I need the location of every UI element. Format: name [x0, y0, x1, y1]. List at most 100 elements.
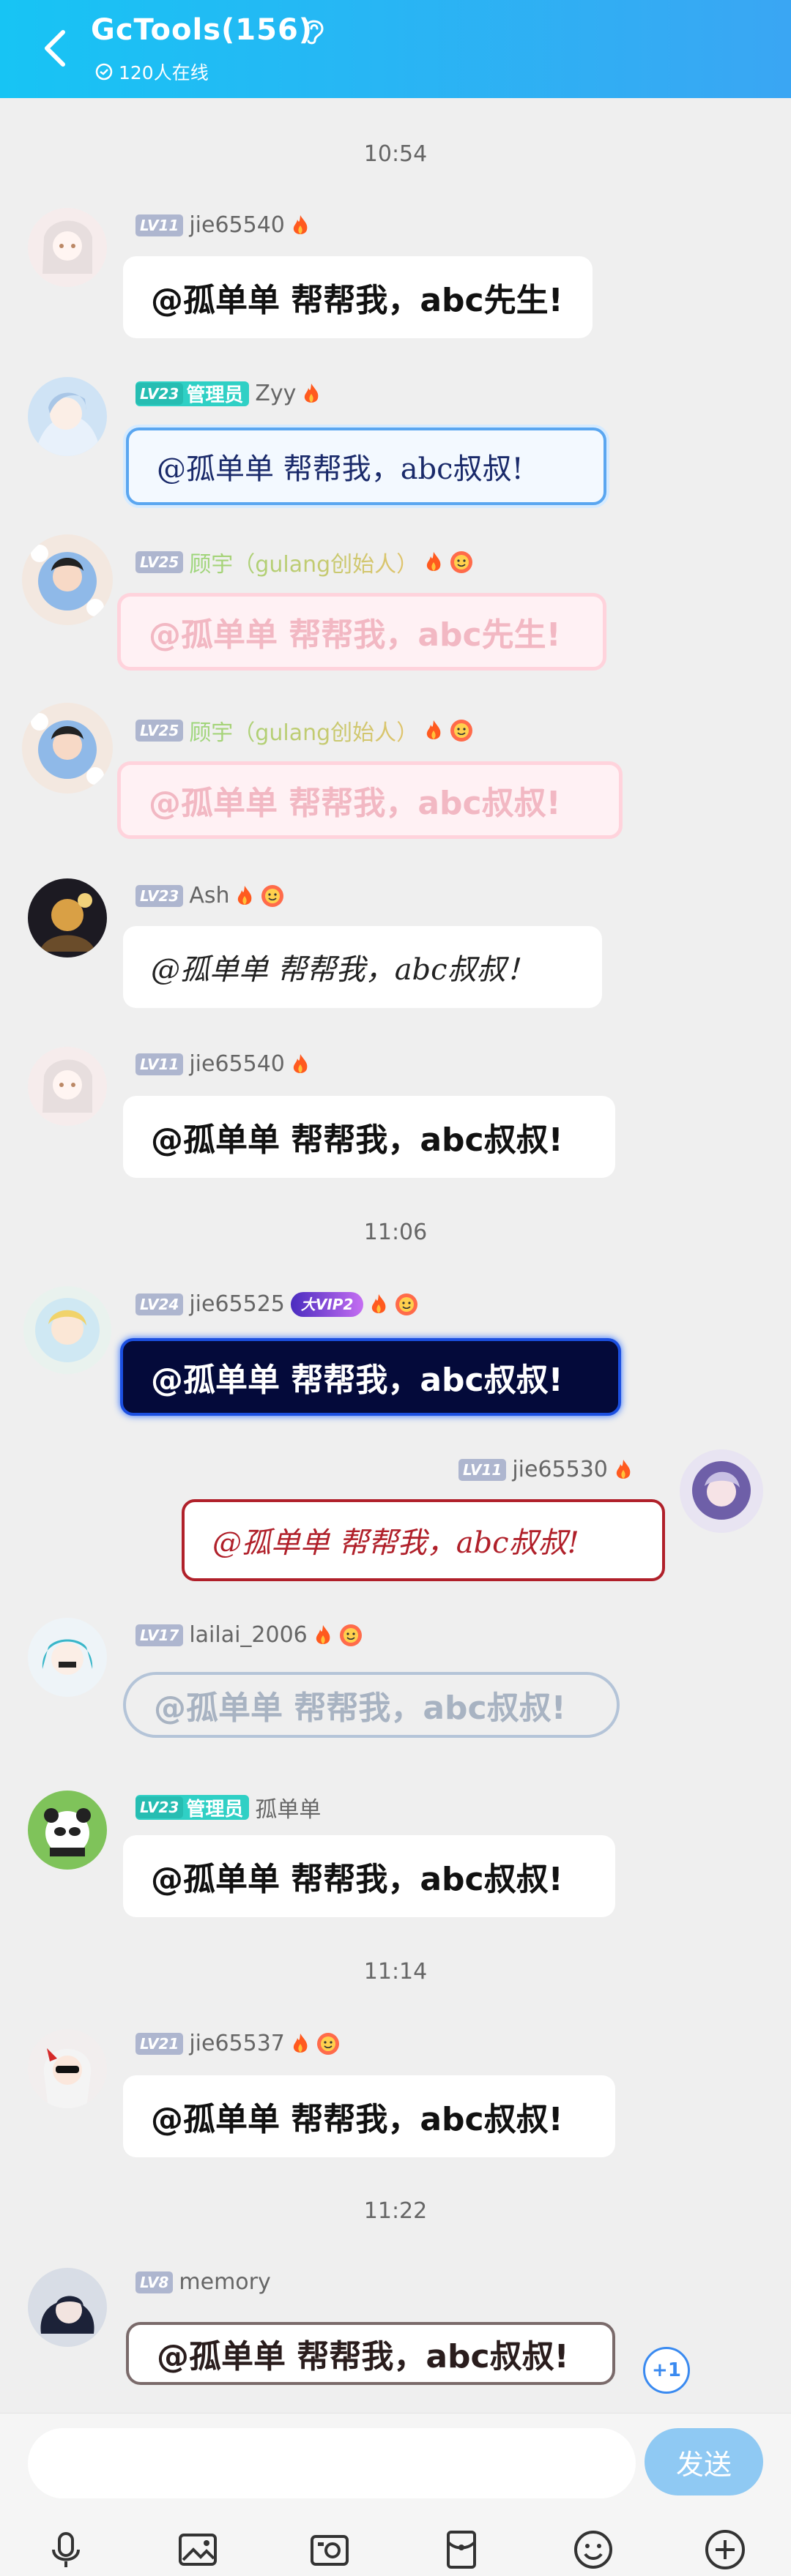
sender-name[interactable]: Ash — [189, 883, 229, 908]
group-title[interactable]: GcTools(156) — [91, 13, 313, 47]
sender-name[interactable]: jie65525 — [189, 1291, 285, 1317]
message-bubble[interactable]: @孤单单 帮帮我，abc先生! — [117, 593, 606, 671]
camera-icon — [311, 2535, 349, 2566]
avatar[interactable] — [23, 1286, 111, 1374]
fire-icon — [238, 885, 252, 905]
message-bubble[interactable]: @孤单单 帮帮我，abc叔叔! — [182, 1499, 665, 1581]
ear-icon[interactable] — [300, 16, 327, 45]
sender-meta: LV21 jie65537 — [135, 2031, 341, 2056]
fire-icon — [616, 1459, 631, 1479]
avatar[interactable] — [28, 1047, 107, 1126]
chevron-left-icon — [45, 30, 65, 67]
level-badge: LV11 — [135, 1053, 184, 1075]
sender-meta: LV8 memory — [135, 2269, 271, 2295]
avatar[interactable] — [28, 2268, 107, 2347]
message-bubble[interactable]: @孤单单 帮帮我，abc叔叔! — [117, 761, 623, 839]
smile-badge-icon — [316, 2032, 339, 2055]
sender-name[interactable]: 孤单单 — [255, 1791, 321, 1823]
image-button[interactable] — [171, 2523, 224, 2576]
fire-icon — [427, 552, 441, 571]
chat-header: GcTools(156) 120人在线 — [0, 0, 791, 98]
sender-meta: LV11 jie65540 — [135, 1051, 310, 1077]
level-badge: LV25 — [135, 720, 184, 742]
message-bubble[interactable]: @孤单单 帮帮我，abc叔叔! — [123, 1672, 620, 1738]
sender-name[interactable]: 顾宇（gulang创始人） — [189, 546, 418, 578]
plus-one-button[interactable]: +1 — [643, 2347, 690, 2394]
fire-icon — [305, 383, 319, 403]
timestamp: 11:22 — [363, 2198, 428, 2224]
red-packet-button[interactable] — [435, 2523, 488, 2576]
avatar[interactable] — [680, 1449, 763, 1533]
smile-badge-icon — [450, 720, 473, 742]
smile-badge-icon — [261, 884, 284, 907]
role-label: 管理员 — [186, 384, 244, 406]
fire-icon — [293, 2033, 308, 2053]
camera-button[interactable] — [303, 2523, 356, 2576]
back-button[interactable] — [37, 26, 73, 70]
message-bubble[interactable]: @孤单单 帮帮我，abc先生! — [123, 256, 593, 338]
sender-name[interactable]: jie65537 — [189, 2031, 285, 2056]
image-icon — [179, 2534, 217, 2566]
fire-icon — [293, 214, 308, 234]
admin-badge: LV23 管理员 — [135, 381, 250, 406]
level-badge: LV25 — [135, 551, 184, 573]
online-count: 120人在线 — [119, 62, 209, 83]
message-bubble[interactable]: @孤单单 帮帮我，abc叔叔! — [126, 428, 606, 505]
sender-meta: LV25 顾宇（gulang创始人） — [135, 714, 474, 747]
avatar[interactable] — [28, 1791, 107, 1870]
input-area: 发送 — [0, 2413, 791, 2576]
sender-meta: LV23 管理员 孤单单 — [135, 1791, 321, 1823]
timestamp: 11:06 — [363, 1220, 428, 1245]
sender-name[interactable]: 顾宇（gulang创始人） — [189, 714, 418, 747]
smile-badge-icon — [450, 551, 473, 573]
sender-name[interactable]: jie65540 — [189, 1051, 285, 1077]
message-bubble[interactable]: @孤单单 帮帮我，abc叔叔！ — [123, 926, 602, 1008]
sender-meta: LV25 顾宇（gulang创始人） — [135, 546, 474, 578]
microphone-icon — [52, 2532, 80, 2567]
fire-icon — [316, 1624, 330, 1644]
fire-icon — [372, 1293, 386, 1313]
sender-meta: LV23 Ash — [135, 883, 285, 908]
send-button[interactable]: 发送 — [645, 2428, 763, 2495]
fire-icon — [427, 720, 441, 739]
sender-meta: LV17 lailai_2006 — [135, 1622, 363, 1648]
level-badge: LV17 — [135, 1624, 184, 1646]
avatar[interactable] — [28, 2029, 107, 2108]
plus-circle-icon — [705, 2530, 745, 2569]
sender-meta: LV11 jie65530 — [458, 1457, 633, 1482]
avatar[interactable] — [22, 703, 113, 794]
sender-meta: LV24 jie65525 大VIP2 — [135, 1291, 419, 1317]
message-bubble[interactable]: @孤单单 帮帮我，abc叔叔! — [123, 2075, 615, 2157]
sender-name[interactable]: memory — [179, 2269, 270, 2295]
avatar[interactable] — [28, 1618, 107, 1697]
sender-meta: LV11 jie65540 — [135, 212, 310, 238]
message-bubble[interactable]: @孤单单 帮帮我，abc叔叔! — [126, 2322, 615, 2385]
message-bubble[interactable]: @孤单单 帮帮我，abc叔叔! — [123, 1096, 615, 1178]
check-circle-icon — [95, 63, 113, 81]
avatar[interactable] — [22, 534, 113, 625]
voice-button[interactable] — [40, 2523, 92, 2576]
avatar[interactable] — [28, 208, 107, 287]
level-badge: LV21 — [135, 2032, 184, 2055]
level-badge: LV23 — [135, 1796, 184, 1818]
avatar[interactable] — [28, 878, 107, 957]
sender-name[interactable]: Zyy — [255, 381, 296, 406]
sender-meta: LV23 管理员 Zyy — [135, 381, 321, 406]
emoji-button[interactable] — [567, 2523, 620, 2576]
timestamp: 10:54 — [363, 141, 428, 167]
admin-badge: LV23 管理员 — [135, 1795, 250, 1821]
level-badge: LV23 — [135, 382, 184, 405]
sender-name[interactable]: jie65540 — [189, 212, 285, 238]
timestamp: 11:14 — [363, 1959, 428, 1985]
online-status: 120人在线 — [95, 59, 209, 85]
sender-name[interactable]: lailai_2006 — [189, 1622, 307, 1648]
more-button[interactable] — [699, 2523, 751, 2576]
smile-badge-icon — [339, 1624, 362, 1646]
vip-badge: 大VIP2 — [290, 1291, 364, 1317]
input-toolbar — [0, 2523, 791, 2576]
avatar[interactable] — [28, 377, 107, 456]
message-bubble[interactable]: @孤单单 帮帮我，abc叔叔! — [123, 1835, 615, 1917]
message-input[interactable] — [28, 2428, 636, 2498]
sender-name[interactable]: jie65530 — [512, 1457, 608, 1482]
message-bubble[interactable]: @孤单单 帮帮我，abc叔叔! — [120, 1338, 621, 1416]
